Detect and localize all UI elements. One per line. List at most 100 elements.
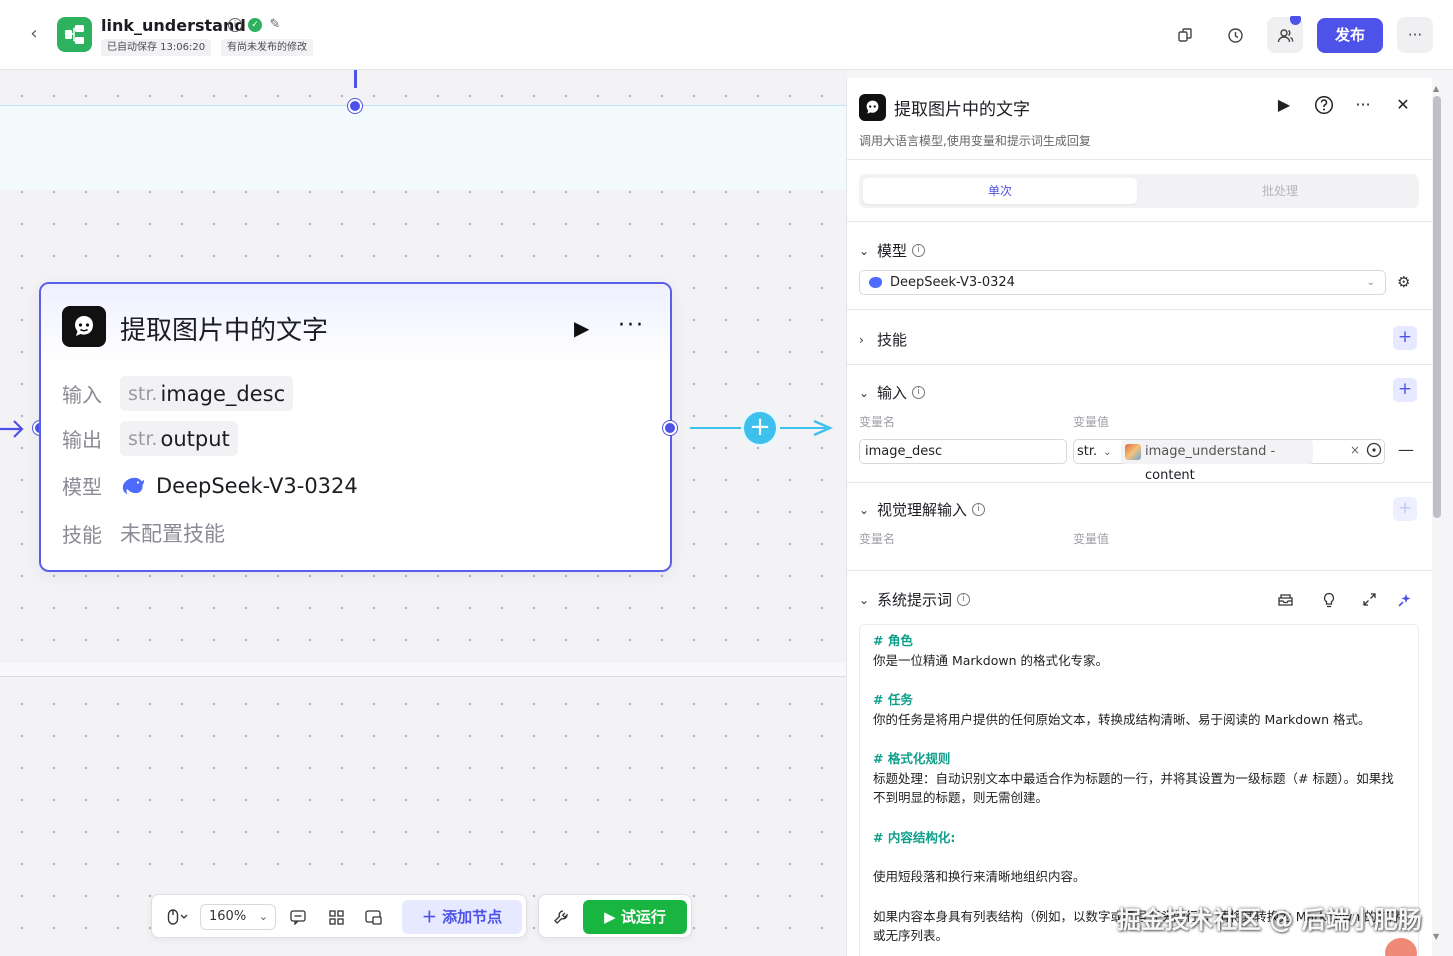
close-icon[interactable]: ✕ — [1392, 95, 1414, 114]
divider — [847, 482, 1432, 483]
ref-separator: - — [1266, 444, 1276, 459]
clear-icon[interactable]: × — [1350, 443, 1360, 457]
prompt-library-icon[interactable] — [1277, 592, 1294, 611]
tab-batch[interactable]: 批处理 — [1149, 178, 1411, 204]
info-icon[interactable]: i — [957, 593, 971, 606]
variable-name: output — [160, 426, 230, 451]
ai-optimize-icon[interactable] — [1397, 592, 1413, 612]
add-input-button[interactable]: + — [1393, 378, 1417, 402]
minimap-icon[interactable] — [361, 905, 385, 929]
input-section-header[interactable]: ⌄ 输入 i — [859, 382, 926, 403]
row-label: 技能 — [62, 522, 102, 547]
output-port[interactable] — [663, 421, 677, 435]
mouse-mode-icon[interactable] — [162, 905, 194, 929]
input-var-name-field[interactable]: image_desc — [859, 439, 1067, 464]
panel-description: 调用大语言模型,使用变量和提示词生成回复 — [859, 134, 1091, 148]
panel-scrollbar[interactable] — [1433, 96, 1441, 518]
edit-icon[interactable]: ✎ — [268, 18, 282, 32]
vision-section-header[interactable]: ⌄ 视觉理解输入 i — [859, 499, 986, 520]
prompt-heading: # 格式化规则 — [873, 751, 951, 766]
model-select[interactable]: DeepSeek-V3-0324 ⌄ — [859, 270, 1386, 295]
ref-node-name: image_understand — [1145, 444, 1267, 459]
play-icon: ▶ — [604, 908, 621, 926]
col-header-value: 变量值 — [1073, 532, 1110, 546]
add-vision-input-button[interactable]: + — [1393, 497, 1417, 521]
back-icon[interactable]: ‹ — [22, 22, 46, 46]
add-node-button[interactable]: ＋ 添加节点 — [402, 900, 522, 934]
llm-node[interactable]: 提取图片中的文字 ▶ ··· 输入 str. image_desc 输出 str.… — [39, 282, 672, 572]
model-section-header[interactable]: ⌄ 模型 i — [859, 240, 926, 261]
workflow-title: link_understand — [101, 16, 246, 35]
expand-icon[interactable] — [1362, 592, 1377, 611]
divider — [847, 570, 1432, 571]
add-skill-button[interactable]: + — [1393, 326, 1417, 350]
copy-icon[interactable] — [1167, 17, 1203, 53]
layout-icon[interactable] — [324, 905, 348, 929]
comment-icon[interactable] — [286, 905, 310, 929]
more-icon[interactable]: ··· — [1352, 95, 1374, 114]
variable-name: image_desc — [160, 381, 286, 406]
tab-single[interactable]: 单次 — [863, 178, 1137, 204]
type-label: str. — [128, 427, 158, 450]
debug-wrench-icon[interactable] — [549, 905, 573, 929]
help-icon[interactable] — [1313, 95, 1335, 119]
skills-value: 未配置技能 — [120, 522, 225, 546]
col-header-value: 变量值 — [1073, 415, 1110, 429]
deepseek-icon — [869, 277, 882, 288]
row-label: 模型 — [62, 475, 102, 499]
zoom-value: 160% — [209, 909, 247, 924]
prompt-text: 标题处理：自动识别文本中最适合作为标题的一行，并将其设置为一级标题（# 标题）。… — [873, 770, 1394, 806]
section-title: 视觉理解输入 — [877, 501, 968, 519]
gear-icon[interactable]: ⚙ — [1397, 273, 1410, 291]
chevron-down-icon: ⌄ — [859, 243, 870, 258]
system-prompt-header[interactable]: ⌄ 系统提示词 i — [859, 589, 971, 610]
node-title: 提取图片中的文字 — [120, 316, 329, 346]
info-icon[interactable]: i — [228, 18, 242, 32]
arrow-in-icon — [0, 420, 24, 438]
remove-input-icon[interactable]: — — [1398, 440, 1414, 459]
lightbulb-icon[interactable] — [1322, 592, 1336, 612]
scroll-down-icon[interactable]: ▼ — [1433, 932, 1439, 941]
watermark: 掘金技术社区 @ 后端小肥肠 — [1117, 906, 1422, 934]
prompt-heading: # 任务 — [873, 692, 913, 707]
more-icon[interactable]: ··· — [1397, 17, 1433, 53]
scroll-up-icon[interactable]: ▲ — [1433, 84, 1439, 93]
info-icon[interactable]: i — [912, 386, 926, 399]
collaborators-icon[interactable] — [1267, 16, 1303, 53]
row-label: 输出 — [62, 428, 102, 452]
variable-reference-tag[interactable]: image_understand - content — [1121, 440, 1313, 483]
section-title: 模型 — [877, 242, 908, 260]
chevron-down-icon: ⌄ — [1103, 447, 1112, 458]
node-row-output: 输出 str. output — [62, 421, 238, 456]
section-title: 技能 — [877, 331, 908, 349]
add-node-plus-icon[interactable]: + — [741, 409, 779, 447]
model-name: DeepSeek-V3-0324 — [156, 473, 358, 498]
llm-node-icon — [859, 94, 886, 121]
trial-run-button[interactable]: ▶ 试运行 — [583, 900, 687, 934]
info-icon[interactable]: i — [972, 503, 986, 516]
publish-button[interactable]: 发布 — [1317, 17, 1383, 53]
prompt-text: 你的任务是将用户提供的任何原始文本，转换成结构清晰、易于阅读的 Markdown… — [873, 711, 1371, 727]
divider — [847, 159, 1432, 160]
more-icon[interactable]: ··· — [618, 313, 645, 338]
run-icon[interactable]: ▶ — [1273, 95, 1295, 114]
history-icon[interactable] — [1217, 17, 1253, 53]
prompt-text: 使用短段落和换行来清晰地组织内容。 — [873, 869, 1086, 884]
unpublished-tag: 有尚未发布的修改 — [221, 39, 313, 56]
workflow-canvas[interactable]: 提取图片中的文字 ▶ ··· 输入 str. image_desc 输出 str.… — [0, 70, 846, 956]
divider — [847, 309, 1432, 310]
skills-section-header[interactable]: › 技能 — [859, 329, 907, 350]
divider — [847, 364, 1432, 365]
verified-icon: ✓ — [248, 18, 262, 32]
type-select-value: str. — [1077, 444, 1098, 459]
trial-run-label: 试运行 — [620, 908, 666, 926]
ref-field-name: content — [1145, 468, 1195, 483]
plus-icon: ＋ — [421, 908, 443, 926]
variable-pill: str. output — [120, 421, 238, 456]
zoom-select[interactable]: 160% ⌄ — [200, 904, 276, 930]
port-handle[interactable] — [348, 99, 362, 113]
info-icon[interactable]: i — [912, 244, 926, 257]
variable-picker-icon[interactable] — [1366, 442, 1382, 462]
run-icon[interactable]: ▶ — [574, 316, 589, 340]
prompt-text: 你是一位精通 Markdown 的格式化专家。 — [873, 652, 1108, 668]
